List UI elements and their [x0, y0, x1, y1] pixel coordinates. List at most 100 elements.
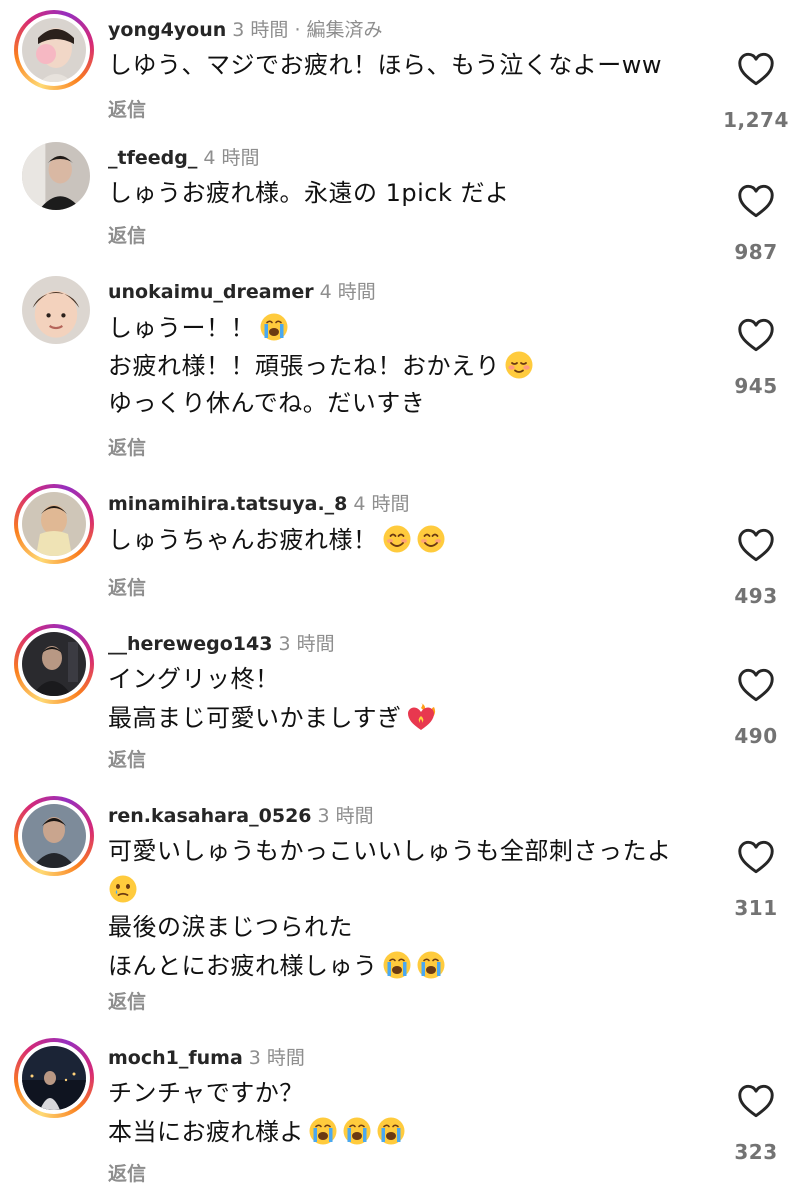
comment-text: 最高まじ可愛いかましすぎ	[108, 704, 402, 732]
like-control: 1,274	[706, 52, 806, 132]
smiling-face-emoji	[416, 524, 446, 554]
avatar-image	[22, 18, 86, 82]
like-count: 323	[734, 1140, 778, 1164]
comment-text-line: 最後の涙まじつられた	[108, 913, 353, 941]
comment-username[interactable]: moch1_fuma	[108, 1047, 243, 1069]
comment-meta: ren.kasahara_0526 3 時間	[108, 804, 374, 828]
avatar[interactable]	[14, 796, 94, 876]
loudly-crying-face-emoji	[376, 1116, 406, 1146]
reply-button[interactable]: 返信	[108, 436, 146, 460]
heart-on-fire-emoji	[406, 702, 436, 732]
comment-body: 可愛いしゅうもかっこいいしゅうも全部刺さったよ 最後の涙まじつられた ほんとにお…	[108, 836, 708, 988]
comment-body: イングリッ柊！ 最高まじ可愛いかましすぎ	[108, 664, 708, 740]
comment-text: お疲れ様！！頑張ったね！おかえり	[108, 352, 500, 380]
like-control: 323	[706, 1084, 806, 1164]
comment-body: しゅうー！！ お疲れ様！！頑張ったね！おかえり ゆっくり休んでね。だいすき	[108, 312, 708, 426]
loudly-crying-face-emoji	[342, 1116, 372, 1146]
comment-text: しゅうちゃんお疲れ様！	[108, 526, 378, 554]
comment-body: しゅうちゃんお疲れ様！	[108, 524, 708, 562]
like-count: 987	[734, 240, 778, 264]
avatar-image	[22, 492, 86, 556]
comment-timestamp: 3 時間	[317, 805, 374, 827]
comment-text-line: 可愛いしゅうもかっこいいしゅうも全部刺さったよ	[108, 837, 672, 865]
avatar-image	[22, 142, 90, 210]
reply-button[interactable]: 返信	[108, 1162, 146, 1186]
comment-body: チンチャですか？ 本当にお疲れ様よ	[108, 1078, 708, 1154]
avatar[interactable]	[14, 1038, 94, 1118]
like-control: 490	[706, 668, 806, 748]
avatar-image	[22, 632, 86, 696]
like-count: 311	[734, 896, 778, 920]
reply-button[interactable]: 返信	[108, 224, 146, 248]
comment-text-line: ゆっくり休んでね。だいすき	[108, 389, 426, 417]
comment-text-line: しゅうちゃんお疲れ様！	[108, 524, 708, 562]
avatar[interactable]	[22, 142, 90, 210]
reply-button[interactable]: 返信	[108, 748, 146, 772]
reply-button[interactable]: 返信	[108, 990, 146, 1014]
relieved-smile-emoji	[504, 350, 534, 380]
avatar[interactable]	[14, 624, 94, 704]
like-control: 311	[706, 840, 806, 920]
comment-text-line: 最高まじ可愛いかましすぎ	[108, 702, 708, 740]
comment-username[interactable]: yong4youn	[108, 19, 226, 41]
like-count: 493	[734, 584, 778, 608]
loudly-crying-face-emoji	[382, 950, 412, 980]
heart-outline-icon[interactable]	[737, 52, 775, 86]
comment-text: 本当にお疲れ様よ	[108, 1118, 304, 1146]
reply-button[interactable]: 返信	[108, 576, 146, 600]
comment-username[interactable]: _tfeedg_	[108, 147, 197, 169]
comment-text-line: チンチャですか？	[108, 1079, 304, 1107]
comment-text-line: お疲れ様！！頑張ったね！おかえり	[108, 350, 708, 388]
heart-outline-icon[interactable]	[737, 668, 775, 702]
avatar-image	[22, 804, 86, 868]
comment-text-line	[108, 874, 708, 912]
comment-meta: __herewego143 3 時間	[108, 632, 335, 656]
comment-meta: minamihira.tatsuya._8 4 時間	[108, 492, 410, 516]
comment-timestamp: 4 時間	[319, 281, 376, 303]
comment-text: しゅうー！！	[108, 314, 255, 342]
like-count: 945	[734, 374, 778, 398]
comment-text-line: しゅうー！！	[108, 312, 708, 350]
loudly-crying-face-emoji	[308, 1116, 338, 1146]
comment-timestamp: 3 時間 · 編集済み	[232, 19, 383, 41]
comment-text-line: ほんとにお疲れ様しゅう	[108, 950, 708, 988]
comment-timestamp: 3 時間	[248, 1047, 305, 1069]
comment-username[interactable]: ren.kasahara_0526	[108, 805, 312, 827]
comment-body: しゅうお疲れ様。永遠の 1pick だよ	[108, 178, 708, 216]
comment-username[interactable]: minamihira.tatsuya._8	[108, 493, 347, 515]
smiling-face-emoji	[382, 524, 412, 554]
comment-username[interactable]: __herewego143	[108, 633, 272, 655]
loudly-crying-face-emoji	[416, 950, 446, 980]
like-control: 987	[706, 184, 806, 264]
like-count: 490	[734, 724, 778, 748]
comment-text-line: 本当にお疲れ様よ	[108, 1116, 708, 1154]
avatar[interactable]	[14, 484, 94, 564]
avatar-image	[22, 1046, 86, 1110]
comment-meta: unokaimu_dreamer 4 時間	[108, 280, 376, 304]
comment-body: しゆう、マジでお疲れ！ほら、もう泣くなよーww	[108, 50, 708, 88]
reply-button[interactable]: 返信	[108, 98, 146, 122]
comment-timestamp: 3 時間	[278, 633, 335, 655]
comment-meta: _tfeedg_ 4 時間	[108, 146, 259, 170]
like-count: 1,274	[723, 108, 789, 132]
comment-timestamp: 4 時間	[203, 147, 260, 169]
comment-meta: yong4youn 3 時間 · 編集済み	[108, 18, 383, 42]
comment-username[interactable]: unokaimu_dreamer	[108, 281, 314, 303]
heart-outline-icon[interactable]	[737, 318, 775, 352]
comment-text: ほんとにお疲れ様しゅう	[108, 952, 378, 980]
heart-outline-icon[interactable]	[737, 528, 775, 562]
avatar[interactable]	[14, 10, 94, 90]
like-control: 945	[706, 318, 806, 398]
comment-meta: moch1_fuma 3 時間	[108, 1046, 305, 1070]
heart-outline-icon[interactable]	[737, 1084, 775, 1118]
avatar-image	[22, 276, 90, 344]
heart-outline-icon[interactable]	[737, 840, 775, 874]
like-control: 493	[706, 528, 806, 608]
comment-text-line: しゅうお疲れ様。永遠の 1pick だよ	[108, 179, 510, 207]
avatar[interactable]	[22, 276, 90, 344]
loudly-crying-face-emoji	[259, 312, 289, 342]
heart-outline-icon[interactable]	[737, 184, 775, 218]
comment-text-line: しゆう、マジでお疲れ！ほら、もう泣くなよーww	[108, 51, 663, 79]
comment-text-line: イングリッ柊！	[108, 665, 280, 693]
face-holding-back-tears-emoji	[108, 874, 138, 904]
